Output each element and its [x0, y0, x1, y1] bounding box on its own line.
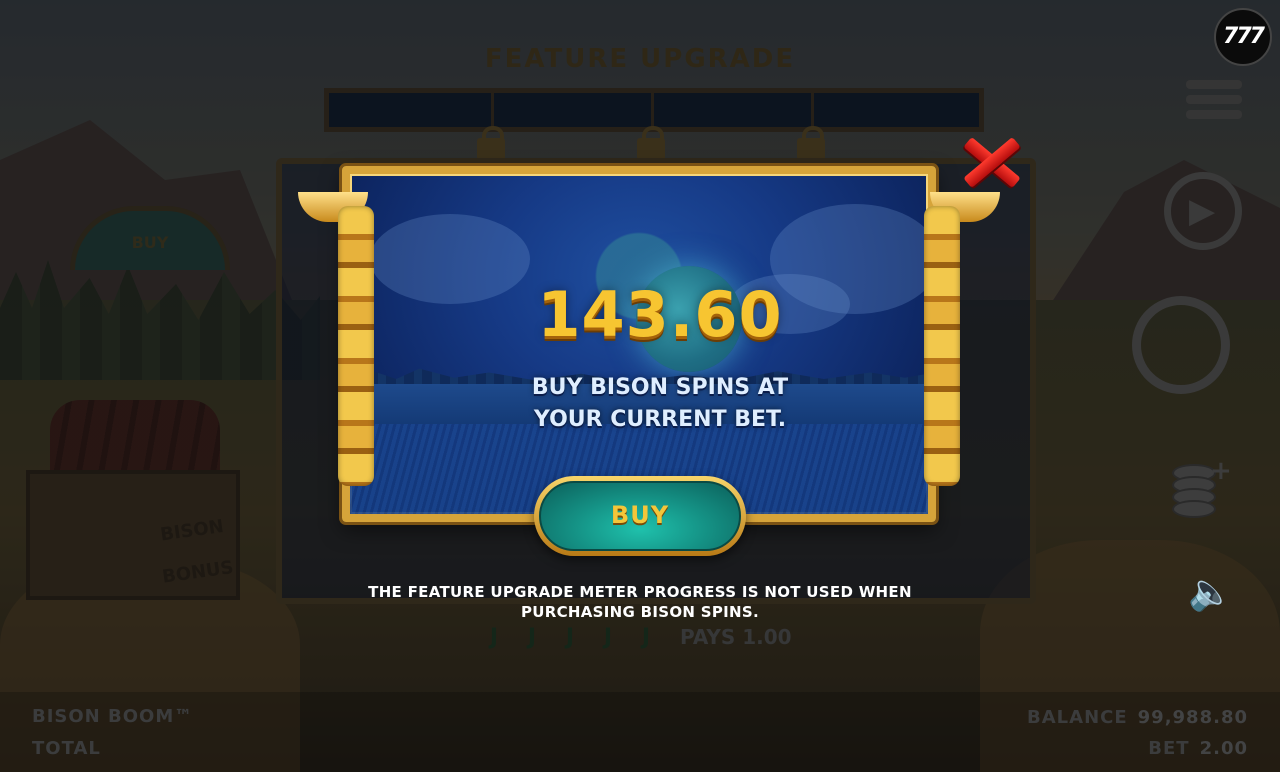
- close-x-icon[interactable]: [962, 134, 1022, 190]
- plus-icon: +: [1210, 456, 1232, 486]
- feature-note-line1: THE FEATURE UPGRADE METER PROGRESS IS NO…: [368, 583, 912, 601]
- coins-plus-icon[interactable]: +: [1172, 456, 1234, 518]
- play-triangle-icon: ▶: [1189, 191, 1216, 231]
- buy-description-line2: YOUR CURRENT BET.: [533, 407, 787, 432]
- buy-description-line1: BUY BISON SPINS AT: [531, 375, 789, 400]
- hamburger-menu-icon[interactable]: [1186, 76, 1242, 126]
- buy-button[interactable]: BUY: [534, 476, 746, 556]
- 777-logo: 777: [1214, 8, 1272, 66]
- buy-feature-dialog: 143.60 BUY BISON SPINS AT YOUR CURRENT B…: [290, 130, 1030, 562]
- autoplay-icon[interactable]: ▶: [1164, 172, 1242, 250]
- feature-note: THE FEATURE UPGRADE METER PROGRESS IS NO…: [0, 582, 1280, 622]
- buy-description: BUY BISON SPINS AT YOUR CURRENT BET.: [290, 372, 1030, 436]
- feature-note-line2: PURCHASING BISON SPINS.: [520, 603, 760, 621]
- spin-icon[interactable]: [1132, 296, 1230, 394]
- buy-price: 143.60: [537, 278, 783, 351]
- buy-button-label: BUY: [539, 481, 741, 551]
